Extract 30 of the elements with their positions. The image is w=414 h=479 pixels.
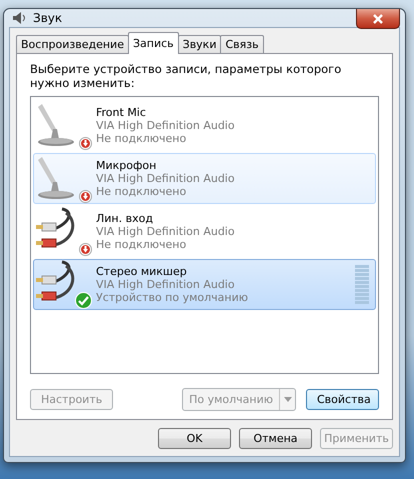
tab[interactable]: Связь — [220, 35, 264, 54]
caret-icon — [284, 397, 292, 402]
close-icon — [372, 14, 384, 24]
device-name: Стерео микшер — [96, 265, 188, 278]
device-item[interactable]: Микрофон VIA High Definition Audio Не подключено — [33, 153, 376, 204]
device-status: Не подключено — [96, 185, 188, 198]
device-driver: VIA High Definition Audio — [96, 172, 236, 185]
window-title: Звук — [33, 11, 62, 25]
device-name: Микрофон — [96, 159, 158, 172]
tab[interactable]: Звуки — [178, 35, 222, 54]
tab[interactable]: Запись — [128, 32, 179, 54]
device-driver: VIA High Definition Audio — [96, 278, 236, 291]
dialog-button[interactable]: Отмена — [239, 428, 312, 448]
device-status: Устройство по умолчанию — [96, 291, 250, 304]
device-name: Front Mic — [96, 106, 147, 119]
device-item[interactable]: Лин. вход VIA High Definition Audio Не подключено — [33, 206, 376, 257]
speaker-icon — [11, 10, 27, 26]
tab[interactable]: Воспроизведение — [16, 35, 129, 54]
device-status: Не подключено — [96, 238, 188, 251]
device-item[interactable]: Front Mic VIA High Definition Audio Не подключено — [33, 100, 376, 151]
level-meter — [355, 264, 369, 304]
device-item[interactable]: Стерео микшер VIA High Definition Audio Устройство по умолчанию — [33, 259, 376, 310]
dialog-button[interactable]: OK — [158, 428, 231, 448]
device-driver: VIA High Definition Audio — [96, 119, 236, 132]
device-name: Лин. вход — [96, 212, 154, 225]
properties-button[interactable]: Свойства — [306, 389, 379, 410]
instruction-text: Выберите устройство записи, параметры которого нужно изменить: — [30, 62, 342, 90]
device-status: Не подключено — [96, 132, 188, 145]
close-button[interactable] — [356, 9, 400, 29]
device-driver: VIA High Definition Audio — [96, 225, 236, 238]
